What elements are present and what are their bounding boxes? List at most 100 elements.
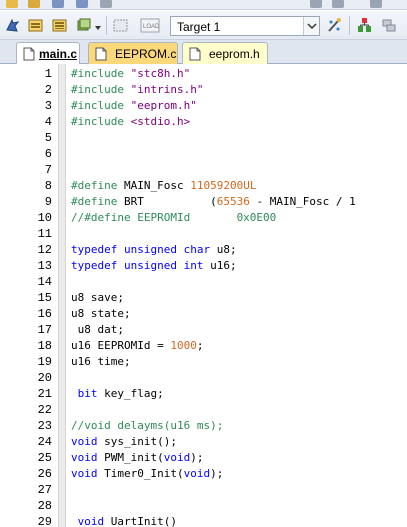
line-number: 19 xyxy=(37,355,52,369)
code-line[interactable]: 28 xyxy=(0,498,407,514)
debug-icon[interactable] xyxy=(6,0,18,8)
target-select[interactable]: Target 1 xyxy=(170,16,320,36)
line-number: 11 xyxy=(37,227,52,241)
code-line[interactable]: 21 bit key_flag; xyxy=(0,386,407,402)
code-line[interactable]: 1 #include "stc8h.h" xyxy=(0,66,407,82)
line-number: 8 xyxy=(44,179,52,193)
code-text: #include "stc8h.h" xyxy=(71,66,190,82)
code-line[interactable]: 2 #include "intrins.h" xyxy=(0,82,407,98)
code-line[interactable]: 4 #include <stdio.h> xyxy=(0,114,407,130)
code-text: bit key_flag; xyxy=(71,386,164,402)
translate-icon[interactable] xyxy=(4,17,21,34)
code-text: #include <stdio.h> xyxy=(71,114,190,130)
code-token: - MAIN_Fosc / 1 xyxy=(249,195,356,208)
code-token: Timer0_Init( xyxy=(104,467,184,480)
code-text: u16 time; xyxy=(71,354,131,370)
code-line[interactable]: 15 u8 save; xyxy=(0,290,407,306)
svg-text:LOAD: LOAD xyxy=(143,24,160,30)
line-number: 7 xyxy=(44,163,52,177)
line-number: 15 xyxy=(37,291,52,305)
file-extensions-icon[interactable] xyxy=(381,17,398,34)
code-line[interactable]: 25 void PWM_init(void); xyxy=(0,450,407,466)
code-token: void xyxy=(71,451,105,464)
code-line[interactable]: 10 //#define EEPROMId 0x0E00 xyxy=(0,210,407,226)
code-line[interactable]: 19 u16 time; xyxy=(0,354,407,370)
line-number: 13 xyxy=(37,259,52,273)
code-text: u16 EEPROMId = 1000; xyxy=(71,338,203,354)
code-line[interactable]: 23 //void delayms(u16 ms); xyxy=(0,418,407,434)
code-token: sys_init(); xyxy=(104,435,177,448)
code-line[interactable]: 27 xyxy=(0,482,407,498)
code-token: #include xyxy=(71,99,131,112)
code-line[interactable]: 16 u8 state; xyxy=(0,306,407,322)
code-token: u16 EEPROMId = xyxy=(71,339,171,352)
code-line[interactable]: 5 xyxy=(0,130,407,146)
tab-eeprom-h[interactable]: eeprom.h xyxy=(182,42,268,64)
code-token: u16; xyxy=(210,259,237,272)
code-line[interactable]: 20 xyxy=(0,370,407,386)
tab-label: main.c xyxy=(39,47,78,61)
code-text: typedef unsigned char u8; xyxy=(71,242,237,258)
code-line[interactable]: 29 void UartInit() xyxy=(0,514,407,527)
code-line[interactable]: 17 u8 dat; xyxy=(0,322,407,338)
line-number: 21 xyxy=(37,387,52,401)
code-line[interactable]: 26 void Timer0_Init(void); xyxy=(0,466,407,482)
code-line[interactable]: 9 #define BRT (65536 - MAIN_Fosc / 1 xyxy=(0,194,407,210)
code-token: "intrins.h" xyxy=(130,83,204,96)
tab-main-c[interactable]: main.c xyxy=(16,42,80,65)
save-all-icon[interactable] xyxy=(76,0,88,8)
open-file-icon[interactable] xyxy=(28,0,40,8)
download-icon[interactable]: LOAD xyxy=(140,17,160,34)
file-icon xyxy=(189,47,201,61)
tab-eeprom-c[interactable]: EEPROM.c xyxy=(88,42,178,64)
stop-build-icon[interactable] xyxy=(112,17,129,34)
cut-icon[interactable] xyxy=(100,0,112,8)
code-token: #define xyxy=(71,179,124,192)
code-line[interactable]: 24 void sys_init(); xyxy=(0,434,407,450)
dropdown-arrow-icon[interactable] xyxy=(94,21,102,30)
code-line[interactable]: 7 xyxy=(0,162,407,178)
line-number: 9 xyxy=(44,195,52,209)
code-token: 11059200UL xyxy=(190,179,257,192)
nav-icon[interactable] xyxy=(370,0,382,8)
file-icon xyxy=(23,47,35,61)
line-number: 27 xyxy=(37,483,52,497)
batch-build-icon[interactable] xyxy=(75,17,92,34)
build-icon[interactable] xyxy=(27,17,44,34)
code-line[interactable]: 6 xyxy=(0,146,407,162)
code-line[interactable]: 12 typedef unsigned char u8; xyxy=(0,242,407,258)
code-token: #include xyxy=(71,115,131,128)
code-line[interactable]: 18 u16 EEPROMId = 1000; xyxy=(0,338,407,354)
redo-icon[interactable] xyxy=(332,0,344,8)
code-line[interactable]: 14 xyxy=(0,274,407,290)
code-token: bit xyxy=(71,387,105,400)
code-line[interactable]: 22 xyxy=(0,402,407,418)
line-number: 26 xyxy=(37,467,52,481)
code-token: typedef unsigned int xyxy=(71,259,211,272)
save-icon[interactable] xyxy=(52,0,64,8)
code-line[interactable]: 8 #define MAIN_Fosc 11059200UL xyxy=(0,178,407,194)
line-number: 16 xyxy=(37,307,52,321)
code-text: u8 save; xyxy=(71,290,124,306)
code-token: u8 save; xyxy=(71,291,124,304)
line-number: 25 xyxy=(37,451,52,465)
code-token: #include xyxy=(71,67,131,80)
line-number: 3 xyxy=(44,99,52,113)
code-token: key_flag; xyxy=(104,387,164,400)
line-number: 2 xyxy=(44,83,52,97)
toolbar-separator xyxy=(106,16,107,35)
undo-icon[interactable] xyxy=(310,0,322,8)
line-number: 1 xyxy=(44,67,52,81)
manage-components-icon[interactable] xyxy=(356,17,373,34)
code-token: void xyxy=(183,467,211,480)
code-editor[interactable]: 1 #include "stc8h.h" 2 #include "intrins.h"… xyxy=(0,64,407,527)
code-line[interactable]: 3 #include "eeprom.h" xyxy=(0,98,407,114)
rebuild-icon[interactable] xyxy=(51,17,68,34)
code-token: void xyxy=(71,435,105,448)
line-number: 14 xyxy=(37,275,52,289)
code-line[interactable]: 11 xyxy=(0,226,407,242)
line-number: 10 xyxy=(37,211,52,225)
code-line[interactable]: 13 typedef unsigned int u16; xyxy=(0,258,407,274)
target-options-icon[interactable] xyxy=(326,17,343,34)
chevron-down-icon[interactable] xyxy=(303,17,319,35)
